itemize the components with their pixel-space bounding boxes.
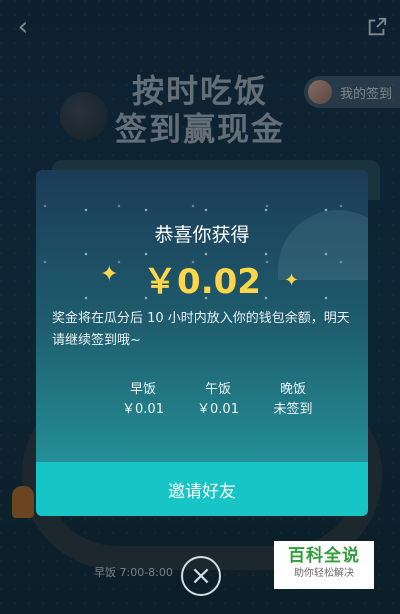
- meal-item-dinner: 晚饭 未签到: [258, 380, 328, 420]
- watermark-logo: 百科全说 助你轻松解决: [274, 541, 374, 589]
- meal-name: 晚饭: [279, 382, 306, 397]
- close-icon: ×: [190, 561, 212, 591]
- meal-value: ￥0.01: [122, 402, 164, 417]
- meal-value: ￥0.01: [197, 402, 239, 417]
- reward-amount: ￥0.02: [143, 262, 261, 302]
- meal-name: 午饭: [204, 382, 231, 397]
- sparkle-icon: ✦: [284, 270, 300, 291]
- meal-value: 未签到: [273, 402, 313, 417]
- reward-modal: 恭喜你获得 ✦ ￥0.02 ✦ 奖金将在瓜分后 10 小时内放入你的钱包余额，明…: [36, 170, 368, 516]
- meal-summary: 早饭 ￥0.01 午饭 ￥0.01 晚饭 未签到: [108, 380, 328, 420]
- watermark-title: 百科全说: [288, 546, 360, 566]
- reward-description: 奖金将在瓜分后 10 小时内放入你的钱包余额，明天请继续签到哦~: [52, 311, 350, 348]
- invite-friends-button[interactable]: 邀请好友: [36, 462, 368, 516]
- meal-item-breakfast: 早饭 ￥0.01: [108, 380, 178, 420]
- watermark-subtitle: 助你轻松解决: [294, 568, 354, 579]
- close-button[interactable]: ×: [181, 556, 221, 596]
- meal-name: 早饭: [129, 382, 156, 397]
- modal-heading: 恭喜你获得: [154, 224, 250, 246]
- meal-item-lunch: 午饭 ￥0.01: [183, 380, 253, 420]
